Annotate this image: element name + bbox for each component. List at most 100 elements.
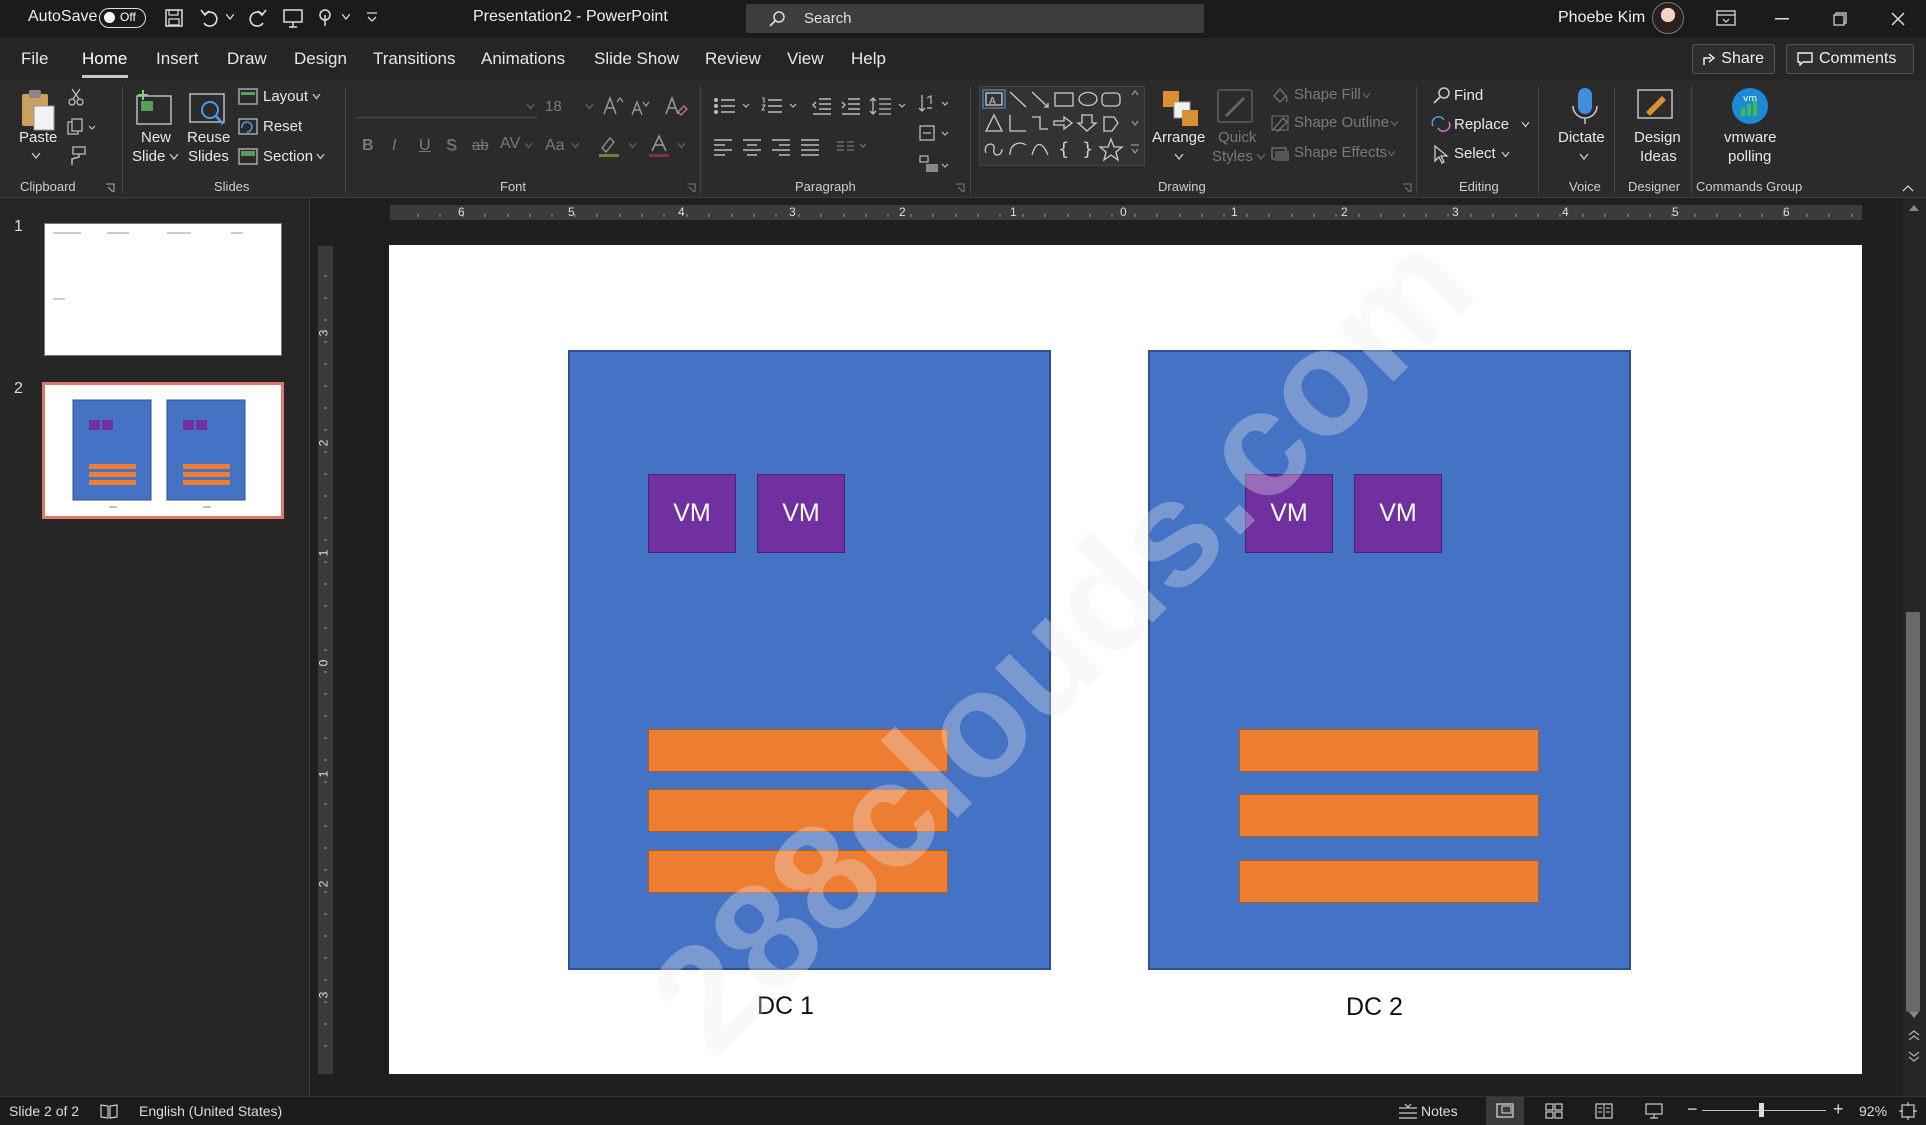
shadow-button[interactable]: S xyxy=(446,137,457,155)
align-text-icon[interactable] xyxy=(918,124,954,144)
slideshow-view-icon[interactable] xyxy=(1645,1102,1663,1120)
chevron-down-icon[interactable] xyxy=(31,153,41,159)
previous-slide-icon[interactable] xyxy=(1908,1030,1920,1042)
section-icon[interactable] xyxy=(238,148,258,166)
tab-design[interactable]: Design xyxy=(294,49,347,69)
replace-icon[interactable] xyxy=(1430,114,1452,134)
shape-fill-label[interactable]: Shape Fill xyxy=(1294,86,1361,103)
chevron-down-icon[interactable] xyxy=(524,143,533,149)
underline-button[interactable]: U xyxy=(419,137,431,155)
numbering-icon[interactable] xyxy=(760,96,800,116)
chevron-down-icon[interactable] xyxy=(1390,121,1399,127)
scrollbar-thumb[interactable] xyxy=(1906,612,1920,1012)
scroll-up-icon[interactable] xyxy=(1909,204,1919,212)
chevron-down-icon[interactable] xyxy=(1579,154,1589,160)
shape-outline-label[interactable]: Shape Outline xyxy=(1294,114,1389,131)
copy-icon[interactable] xyxy=(67,118,97,136)
chevron-down-icon[interactable] xyxy=(628,143,637,149)
decrease-indent-icon[interactable] xyxy=(811,96,833,116)
zoom-out-button[interactable]: − xyxy=(1687,1099,1698,1120)
fit-to-window-icon[interactable] xyxy=(1899,1102,1917,1120)
reuse-slides-icon[interactable] xyxy=(188,88,228,128)
notes-icon[interactable] xyxy=(1398,1104,1418,1120)
new-slide-label-2[interactable]: Slide xyxy=(132,148,165,165)
shape-fill-icon[interactable] xyxy=(1270,86,1290,104)
redo-icon[interactable] xyxy=(246,8,268,28)
present-icon[interactable] xyxy=(282,8,304,28)
shape-outline-icon[interactable] xyxy=(1270,114,1290,132)
text-direction-icon[interactable] xyxy=(918,92,954,116)
vm-box[interactable]: VM xyxy=(757,474,845,553)
shape-effects-label[interactable]: Shape Effects xyxy=(1294,144,1387,161)
reuse-slides-label-1[interactable]: Reuse xyxy=(187,129,230,146)
chevron-down-icon[interactable] xyxy=(1501,152,1510,158)
chevron-down-icon[interactable] xyxy=(342,14,350,20)
reuse-slides-label-2[interactable]: Slides xyxy=(188,148,229,165)
next-slide-icon[interactable] xyxy=(1908,1050,1920,1062)
accessibility-check-icon[interactable] xyxy=(100,1103,118,1119)
slide-thumbnail-1[interactable] xyxy=(44,223,282,356)
highlight-icon[interactable] xyxy=(598,134,620,158)
storage-bar[interactable] xyxy=(1239,794,1539,837)
chevron-down-icon[interactable] xyxy=(526,104,535,110)
shapes-gallery[interactable]: A { } xyxy=(979,86,1145,166)
layout-label[interactable]: Layout xyxy=(263,88,308,105)
comments-button[interactable]: Comments xyxy=(1786,44,1914,74)
collapse-ribbon-icon[interactable] xyxy=(1902,184,1914,192)
dialog-launcher-icon[interactable] xyxy=(686,183,696,193)
language-indicator[interactable]: English (United States) xyxy=(139,1103,282,1119)
new-slide-label-1[interactable]: New xyxy=(141,129,171,146)
chevron-down-icon[interactable] xyxy=(585,104,594,110)
design-ideas-icon[interactable] xyxy=(1636,86,1676,126)
chevron-down-icon[interactable] xyxy=(1387,151,1396,157)
microphone-icon[interactable] xyxy=(1570,86,1600,126)
arrange-icon[interactable] xyxy=(1160,88,1200,128)
storage-bar[interactable] xyxy=(1239,860,1539,903)
paste-icon[interactable] xyxy=(18,88,58,132)
paste-label[interactable]: Paste xyxy=(19,129,57,146)
chevron-down-icon[interactable] xyxy=(677,143,686,149)
vmware-polling-label-2[interactable]: polling xyxy=(1728,148,1771,165)
reading-view-icon[interactable] xyxy=(1595,1103,1613,1119)
align-center-icon[interactable] xyxy=(742,138,762,156)
select-cursor-icon[interactable] xyxy=(1432,144,1450,164)
datacenter-2-label[interactable]: DC 2 xyxy=(1346,993,1403,1022)
design-ideas-label-1[interactable]: Design xyxy=(1634,129,1681,146)
bold-button[interactable]: B xyxy=(362,137,374,155)
replace-label[interactable]: Replace xyxy=(1454,116,1509,133)
section-label[interactable]: Section xyxy=(263,148,313,165)
undo-icon[interactable] xyxy=(199,8,221,28)
font-color-icon[interactable] xyxy=(648,134,670,158)
normal-view-button[interactable] xyxy=(1486,1097,1524,1125)
restore-button[interactable] xyxy=(1812,0,1868,38)
dialog-launcher-icon[interactable] xyxy=(1402,183,1412,193)
find-icon[interactable] xyxy=(1432,86,1452,106)
tab-insert[interactable]: Insert xyxy=(156,49,199,69)
select-label[interactable]: Select xyxy=(1454,145,1496,162)
dialog-launcher-icon[interactable] xyxy=(955,183,965,193)
align-left-icon[interactable] xyxy=(713,138,733,156)
columns-icon[interactable] xyxy=(836,140,872,156)
increase-font-size-icon[interactable] xyxy=(602,96,624,116)
decrease-font-size-icon[interactable] xyxy=(630,99,650,117)
new-slide-icon[interactable] xyxy=(135,88,175,128)
arrange-label[interactable]: Arrange xyxy=(1152,129,1205,146)
smartart-icon[interactable] xyxy=(918,154,954,176)
chevron-down-icon[interactable] xyxy=(1256,154,1266,160)
scroll-down-icon[interactable] xyxy=(1909,1011,1919,1019)
chevron-down-icon[interactable] xyxy=(1362,93,1371,99)
tab-home[interactable]: Home xyxy=(82,49,127,69)
strikethrough-button[interactable]: ab xyxy=(472,137,489,154)
vm-box[interactable]: VM xyxy=(1354,474,1442,553)
tab-slide-show[interactable]: Slide Show xyxy=(594,49,679,69)
tab-draw[interactable]: Draw xyxy=(227,49,267,69)
chevron-down-icon[interactable] xyxy=(312,94,321,100)
quick-styles-label-2[interactable]: Styles xyxy=(1212,148,1253,165)
quick-styles-label-1[interactable]: Quick xyxy=(1218,129,1256,146)
bullets-icon[interactable] xyxy=(713,96,753,116)
vm-box[interactable]: VM xyxy=(648,474,736,553)
font-name-box[interactable] xyxy=(356,96,538,118)
tab-view[interactable]: View xyxy=(787,49,824,69)
shape-effects-icon[interactable] xyxy=(1270,144,1290,162)
zoom-level[interactable]: 92% xyxy=(1859,1103,1887,1119)
